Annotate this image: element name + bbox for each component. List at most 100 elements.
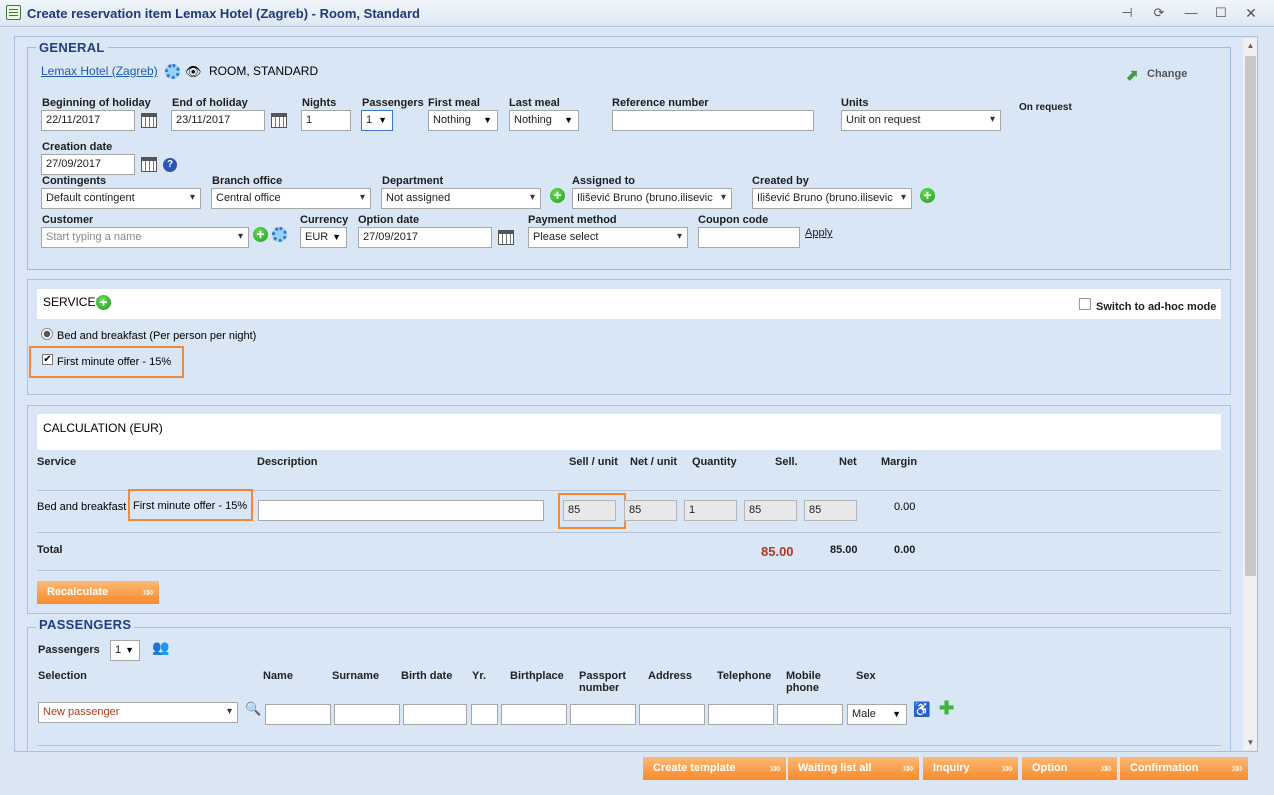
scroll-up-icon[interactable]: ▲ xyxy=(1244,39,1257,52)
total-label: Total xyxy=(37,544,63,556)
sell-input[interactable]: 85 xyxy=(744,500,797,521)
hotel-link[interactable]: Lemax Hotel (Zagreb) xyxy=(41,64,158,78)
beginning-label: Beginning of holiday xyxy=(42,97,151,109)
customer-settings-icon[interactable] xyxy=(272,227,287,242)
contingents-label: Contingents xyxy=(42,175,107,187)
group-passengers-icon[interactable]: 👥 xyxy=(152,639,169,656)
close-icon[interactable]: ✕ xyxy=(1243,5,1259,21)
passenger-address-input[interactable] xyxy=(639,704,705,725)
currency-select[interactable]: EUR xyxy=(300,227,347,248)
reference-input[interactable] xyxy=(612,110,814,131)
col-sell-unit: Sell / unit xyxy=(569,456,618,468)
ph-birth-date: Birth date xyxy=(401,670,453,682)
passenger-birthplace-input[interactable] xyxy=(501,704,567,725)
currency-label: Currency xyxy=(300,214,349,226)
row-divider-bottom xyxy=(37,570,1221,571)
passenger-yr-input[interactable] xyxy=(471,704,498,725)
create-template-button[interactable]: Create template »» xyxy=(643,757,786,780)
creation-date-input[interactable]: 27/09/2017 xyxy=(41,154,135,175)
net-unit-input[interactable]: 85 xyxy=(624,500,677,521)
apply-link[interactable]: Apply xyxy=(805,227,833,239)
payment-select[interactable]: Please select xyxy=(528,227,688,248)
maximize-icon[interactable]: ☐ xyxy=(1213,5,1229,21)
net-input[interactable]: 85 xyxy=(804,500,857,521)
add-customer-icon[interactable]: + xyxy=(253,227,268,242)
ph-surname: Surname xyxy=(332,670,380,682)
adhoc-checkbox[interactable] xyxy=(1079,298,1091,310)
total-net: 85.00 xyxy=(830,544,858,556)
units-select[interactable]: Unit on request xyxy=(841,110,1001,131)
change-link[interactable]: Change xyxy=(1147,68,1187,80)
passenger-person-icon[interactable]: ♿ xyxy=(913,701,930,718)
col-quantity: Quantity xyxy=(692,456,737,468)
add-service-icon[interactable]: + xyxy=(96,295,111,310)
window-title: Create reservation item Lemax Hotel (Zag… xyxy=(27,6,420,21)
end-label: End of holiday xyxy=(172,97,248,109)
preview-eye-icon[interactable]: 👁 xyxy=(185,64,202,80)
option-button[interactable]: Option »» xyxy=(1022,757,1117,780)
help-icon[interactable]: ? xyxy=(163,158,177,172)
option-calendar-icon[interactable] xyxy=(498,230,514,245)
settings-gear-icon[interactable] xyxy=(165,64,180,79)
passenger-sex-select[interactable]: Male xyxy=(847,704,907,725)
first-meal-select[interactable]: Nothing xyxy=(428,110,498,131)
col-net-unit: Net / unit xyxy=(630,456,678,468)
scroll-down-icon[interactable]: ▼ xyxy=(1244,736,1257,749)
service-radio[interactable] xyxy=(41,328,53,340)
ph-passport-2: number xyxy=(579,682,620,694)
offer-checkbox[interactable]: ✔ xyxy=(42,354,53,365)
sell-unit-input[interactable]: 85 xyxy=(563,500,616,521)
passenger-telephone-input[interactable] xyxy=(708,704,774,725)
ph-yr: Yr. xyxy=(472,670,487,682)
change-arrow-icon[interactable]: ⬈ xyxy=(1126,66,1139,84)
assigned-select[interactable]: Ilišević Bruno (bruno.ilisevic xyxy=(572,188,732,209)
minimize-icon[interactable]: — xyxy=(1183,5,1199,21)
waiting-list-all-button[interactable]: Waiting list all »» xyxy=(788,757,919,780)
end-calendar-icon[interactable] xyxy=(271,113,287,128)
refresh-icon[interactable]: ⟳ xyxy=(1151,5,1167,21)
payment-label: Payment method xyxy=(528,214,617,226)
passenger-mobile-input[interactable] xyxy=(777,704,843,725)
nights-label: Nights xyxy=(302,97,337,109)
passenger-passport-input[interactable] xyxy=(570,704,636,725)
customer-input[interactable]: Start typing a name xyxy=(41,227,249,248)
passenger-divider xyxy=(37,745,1221,746)
calc-description-input[interactable] xyxy=(258,500,544,521)
passengers-select[interactable]: 1 xyxy=(361,110,393,131)
customer-label: Customer xyxy=(42,214,94,226)
last-meal-select[interactable]: Nothing xyxy=(509,110,579,131)
first-meal-label: First meal xyxy=(428,97,480,109)
search-passenger-icon[interactable]: 🔍 xyxy=(245,701,261,717)
branch-select[interactable]: Central office xyxy=(211,188,371,209)
passenger-surname-input[interactable] xyxy=(334,704,400,725)
scrollbar-thumb[interactable] xyxy=(1245,56,1256,576)
coupon-label: Coupon code xyxy=(698,214,769,226)
end-date-input[interactable]: 23/11/2017 xyxy=(171,110,265,131)
coupon-input[interactable] xyxy=(698,227,800,248)
passenger-selection-select[interactable]: New passenger xyxy=(38,702,238,723)
confirmation-button[interactable]: Confirmation »» xyxy=(1120,757,1248,780)
option-date-input[interactable]: 27/09/2017 xyxy=(358,227,492,248)
add-department-icon[interactable]: + xyxy=(550,188,565,203)
add-created-by-icon[interactable]: + xyxy=(920,188,935,203)
recalculate-button[interactable]: Recalculate »» xyxy=(37,581,159,604)
nights-input[interactable]: 1 xyxy=(301,110,351,131)
pin-icon[interactable]: ⊣ xyxy=(1119,5,1135,21)
beginning-calendar-icon[interactable] xyxy=(141,113,157,128)
beginning-date-input[interactable]: 22/11/2017 xyxy=(41,110,135,131)
quantity-input[interactable]: 1 xyxy=(684,500,737,521)
passenger-count-select[interactable]: 1 xyxy=(110,640,140,661)
assigned-label: Assigned to xyxy=(572,175,635,187)
passenger-name-input[interactable] xyxy=(265,704,331,725)
contingents-select[interactable]: Default contingent xyxy=(41,188,201,209)
option-date-label: Option date xyxy=(358,214,420,226)
ph-sex: Sex xyxy=(856,670,876,682)
passenger-birthdate-input[interactable] xyxy=(403,704,467,725)
inquiry-button[interactable]: Inquiry »» xyxy=(923,757,1018,780)
created-by-select[interactable]: Ilišević Bruno (bruno.ilisevic xyxy=(752,188,912,209)
creation-calendar-icon[interactable] xyxy=(141,157,157,172)
col-description: Description xyxy=(257,456,318,468)
department-select[interactable]: Not assigned xyxy=(381,188,541,209)
add-passenger-icon[interactable]: ✚ xyxy=(939,698,954,719)
form-icon xyxy=(6,5,21,20)
